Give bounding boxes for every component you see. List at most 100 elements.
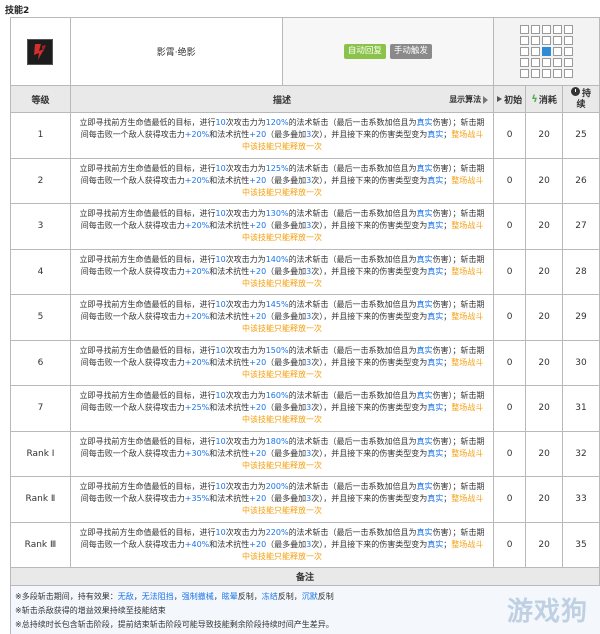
row-level: Rank Ⅱ	[11, 477, 71, 523]
attack-percent: 180%	[265, 436, 289, 446]
row-initial-sp: 0	[494, 340, 527, 386]
row-sp-cost: 20	[526, 295, 564, 341]
col-duration-label-1: 持	[582, 89, 592, 99]
resistance-bonus: +20	[249, 448, 267, 458]
status-keyword: 眩晕	[221, 592, 238, 601]
row-level: 3	[11, 204, 71, 250]
row-description: 立即寻找前方生命值最低的目标，进行10次攻击力为220%的法术斩击（最后一击系数…	[70, 522, 495, 568]
resistance-bonus: +20	[249, 357, 267, 367]
attack-percent: 120%	[265, 118, 289, 128]
notes-header-row: 备注	[11, 568, 600, 586]
table-row: 5 立即寻找前方生命值最低的目标，进行10次攻击力为145%的法术斩击（最后一击系…	[11, 295, 600, 341]
skill-header-row: 影霄·绝影 自动回复 手动触发	[11, 18, 600, 86]
table-row: 7 立即寻找前方生命值最低的目标，进行10次攻击力为160%的法术斩击（最后一击系…	[11, 386, 600, 432]
table-row: 4 立即寻找前方生命值最低的目标，进行10次攻击力为140%的法术斩击（最后一击系…	[11, 249, 600, 295]
row-duration: 25	[563, 113, 600, 159]
row-initial-sp: 0	[494, 204, 527, 250]
resistance-bonus: +20	[249, 494, 267, 504]
row-level: Rank Ⅰ	[11, 431, 71, 477]
attack-percent: 130%	[265, 209, 289, 219]
true-damage-1: 真实	[416, 527, 433, 537]
table-row: Rank Ⅰ 立即寻找前方生命值最低的目标，进行10次攻击力为180%的法术斩击（…	[11, 431, 600, 477]
true-damage-2: 真实	[427, 403, 444, 413]
hit-count: 10	[215, 118, 226, 128]
attack-percent: 160%	[265, 391, 289, 401]
show-algorithm-toggle[interactable]: 显示算法	[449, 94, 489, 105]
table-row: Rank Ⅱ 立即寻找前方生命值最低的目标，进行10次攻击力为200%的法术斩击（…	[11, 477, 600, 523]
table-row: 6 立即寻找前方生命值最低的目标，进行10次攻击力为150%的法术斩击（最后一击系…	[11, 340, 600, 386]
row-duration: 29	[563, 295, 600, 341]
true-damage-2: 真实	[427, 494, 444, 504]
attack-bonus: +40%	[184, 539, 210, 549]
row-description: 立即寻找前方生命值最低的目标，进行10次攻击力为145%的法术斩击（最后一击系数…	[70, 295, 495, 341]
attack-percent: 140%	[265, 254, 289, 264]
row-duration: 26	[563, 158, 600, 204]
row-sp-cost: 20	[526, 522, 564, 568]
true-damage-1: 真实	[416, 300, 433, 310]
row-level: 7	[11, 386, 71, 432]
attack-percent: 200%	[265, 482, 289, 492]
row-initial-sp: 0	[494, 158, 527, 204]
row-duration: 32	[563, 431, 600, 477]
notes-title: 备注	[11, 568, 600, 586]
true-damage-1: 真实	[416, 163, 433, 173]
row-sp-cost: 20	[526, 477, 564, 523]
resistance-bonus: +20	[249, 266, 267, 276]
col-cost: ϟ 消耗	[526, 86, 564, 113]
table-row: 2 立即寻找前方生命值最低的目标，进行10次攻击力为125%的法术斩击（最后一击系…	[11, 158, 600, 204]
level-rows: 1 立即寻找前方生命值最低的目标，进行10次攻击力为120%的法术斩击（最后一击系…	[11, 113, 600, 568]
row-description: 立即寻找前方生命值最低的目标，进行10次攻击力为160%的法术斩击（最后一击系数…	[70, 386, 495, 432]
attack-bonus: +20%	[184, 175, 210, 185]
tag-auto-recovery: 自动回复	[343, 44, 386, 59]
row-sp-cost: 20	[526, 431, 564, 477]
true-damage-1: 真实	[416, 118, 433, 128]
row-initial-sp: 0	[494, 295, 527, 341]
skill-tags: 自动回复 手动触发	[282, 18, 495, 86]
true-damage-2: 真实	[427, 448, 444, 458]
tag-manual-trigger: 手动触发	[389, 44, 432, 59]
row-description: 立即寻找前方生命值最低的目标，进行10次攻击力为200%的法术斩击（最后一击系数…	[70, 477, 495, 523]
hit-count: 10	[215, 300, 226, 310]
attack-bonus: +30%	[184, 448, 210, 458]
attack-bonus: +35%	[184, 494, 210, 504]
row-description: 立即寻找前方生命值最低的目标，进行10次攻击力为180%的法术斩击（最后一击系数…	[70, 431, 495, 477]
attack-bonus: +25%	[184, 403, 210, 413]
status-keyword: 强制撤械	[181, 592, 214, 601]
true-damage-1: 真实	[416, 254, 433, 264]
row-level: Rank Ⅲ	[11, 522, 71, 568]
row-sp-cost: 20	[526, 249, 564, 295]
table-row: 3 立即寻找前方生命值最低的目标，进行10次攻击力为130%的法术斩击（最后一击系…	[11, 204, 600, 250]
attack-bonus: +20%	[184, 312, 210, 322]
row-duration: 33	[563, 477, 600, 523]
skill-table: 影霄·绝影 自动回复 手动触发 等级 描述 显示算法 初始 ϟ 消耗 持 续 1…	[10, 17, 600, 634]
row-sp-cost: 20	[526, 113, 564, 159]
attack-range	[494, 18, 600, 86]
true-damage-2: 真实	[427, 221, 444, 231]
true-damage-2: 真实	[427, 175, 444, 185]
attack-percent: 145%	[265, 300, 289, 310]
resistance-bonus: +20	[249, 130, 267, 140]
col-init: 初始	[494, 86, 527, 113]
attack-percent: 125%	[265, 163, 289, 173]
true-damage-1: 真实	[416, 391, 433, 401]
resistance-bonus: +20	[249, 539, 267, 549]
attack-bonus: +20%	[184, 221, 210, 231]
blade-icon	[29, 40, 52, 63]
row-initial-sp: 0	[494, 386, 527, 432]
col-desc: 描述 显示算法	[70, 86, 495, 113]
row-initial-sp: 0	[494, 477, 527, 523]
attack-bonus: +20%	[184, 130, 210, 140]
watermark-logo: 游戏狗	[506, 597, 588, 627]
row-level: 2	[11, 158, 71, 204]
true-damage-1: 真实	[416, 436, 433, 446]
hit-count: 10	[215, 209, 226, 219]
status-keyword: 无敌	[117, 592, 134, 601]
row-initial-sp: 0	[494, 431, 527, 477]
status-keyword: 冻结	[261, 592, 278, 601]
section-title: 技能2	[5, 6, 30, 16]
true-damage-2: 真实	[427, 312, 444, 322]
row-description: 立即寻找前方生命值最低的目标，进行10次攻击力为125%的法术斩击（最后一击系数…	[70, 158, 495, 204]
attack-bonus: +20%	[184, 266, 210, 276]
play-icon	[483, 95, 489, 104]
true-damage-2: 真实	[427, 266, 444, 276]
